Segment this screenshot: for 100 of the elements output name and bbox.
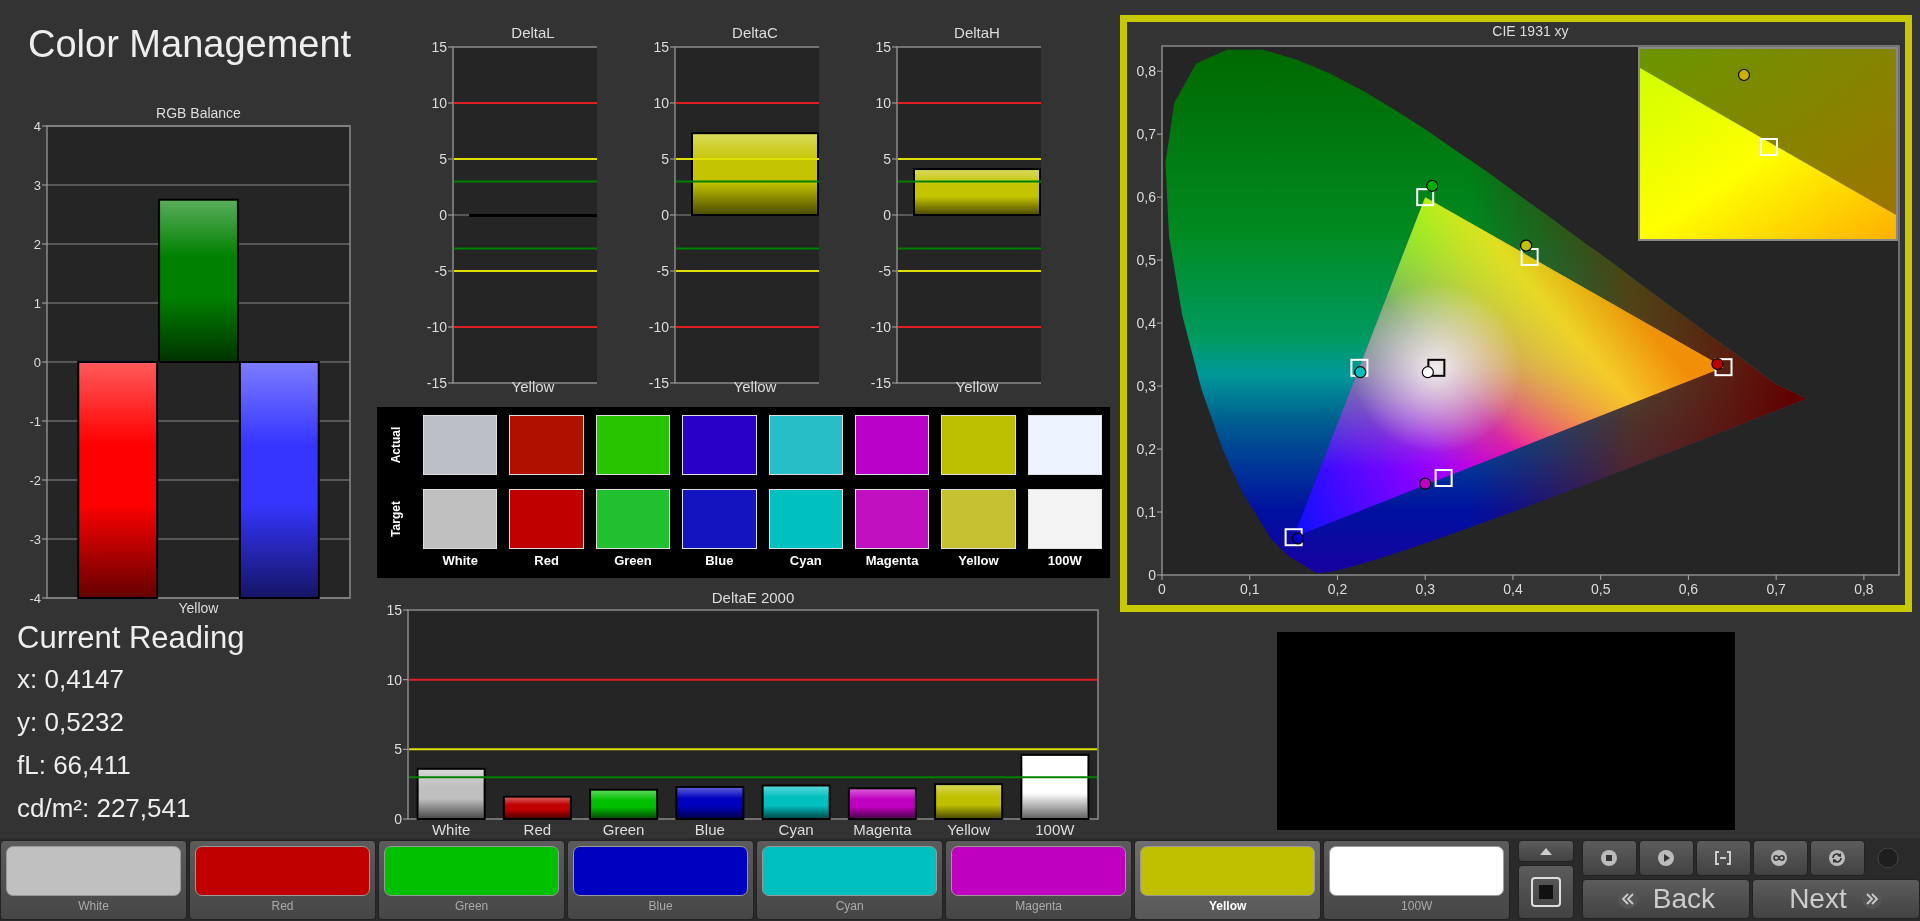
axis-label: 0,7 bbox=[1136, 126, 1156, 143]
reading-value: y: 0,5232 bbox=[17, 706, 125, 739]
pattern-button[interactable]: Yellow bbox=[1134, 840, 1322, 920]
axis-label: 0,7 bbox=[1766, 581, 1786, 597]
category-label: Red bbox=[523, 821, 552, 838]
loop-button[interactable] bbox=[1752, 840, 1808, 876]
up-arrow-icon bbox=[1540, 847, 1553, 855]
axis-label: 15 bbox=[653, 39, 669, 56]
row-label: Target bbox=[389, 501, 403, 537]
axis-label: 15 bbox=[875, 39, 891, 56]
status-indicator-icon bbox=[1876, 847, 1899, 869]
play-icon bbox=[1658, 850, 1675, 866]
category-label: Cyan bbox=[778, 821, 814, 838]
axis-label: 0 bbox=[33, 354, 41, 370]
swatch-label: Magenta bbox=[865, 553, 919, 568]
swatch-label: White bbox=[442, 553, 478, 568]
category-label: Yellow bbox=[178, 600, 219, 616]
axis-label: 0,6 bbox=[1136, 189, 1156, 206]
axis-label: 4 bbox=[33, 118, 41, 134]
axis-label: -1 bbox=[29, 413, 41, 429]
reading-value: x: 0,4147 bbox=[17, 663, 125, 696]
axis-label: -5 bbox=[434, 263, 447, 280]
swatch-label: Cyan bbox=[789, 553, 822, 568]
row-label: Actual bbox=[389, 426, 403, 464]
category-label: Magenta bbox=[853, 821, 912, 838]
axis-label: 0,4 bbox=[1503, 581, 1523, 597]
fit-button[interactable] bbox=[1695, 840, 1751, 876]
axis-label: 10 bbox=[386, 671, 402, 688]
axis-label: 0 bbox=[394, 811, 402, 828]
pattern-button[interactable]: Blue bbox=[567, 840, 755, 920]
axis-label: -15 bbox=[648, 375, 669, 392]
next-button[interactable]: Next bbox=[1751, 879, 1920, 919]
axis-label: 0 bbox=[439, 207, 447, 224]
refresh-icon bbox=[1829, 850, 1846, 866]
category-label: Yellow bbox=[947, 821, 991, 838]
axis-label: 5 bbox=[661, 151, 669, 168]
swatch-label: Yellow bbox=[958, 553, 999, 568]
chart-title: CIE 1931 xy bbox=[1492, 23, 1569, 39]
category-label: Yellow bbox=[733, 378, 777, 395]
stop-icon bbox=[1601, 850, 1618, 866]
axis-label: 0,3 bbox=[1136, 378, 1156, 395]
axis-label: 0,4 bbox=[1136, 315, 1156, 332]
axis-label: 0 bbox=[883, 207, 891, 224]
reading-value: fL: 66,411 bbox=[17, 749, 132, 782]
infinity-icon bbox=[1771, 850, 1790, 866]
pattern-button[interactable]: Magenta bbox=[945, 840, 1133, 920]
axis-label: 0 bbox=[661, 207, 669, 224]
axis-label: 0,8 bbox=[1136, 63, 1156, 80]
category-label: 100W bbox=[1035, 821, 1075, 838]
chart-title: DeltaC bbox=[732, 24, 778, 41]
axis-label: -4 bbox=[29, 590, 41, 606]
axis-label: 1 bbox=[33, 295, 41, 311]
swatch-label: Red bbox=[534, 553, 559, 568]
current-reading-heading: Current Reading bbox=[17, 619, 246, 657]
pattern-button[interactable]: White bbox=[0, 840, 188, 920]
axis-label: 0,8 bbox=[1854, 581, 1874, 597]
swatch-label: Blue bbox=[705, 553, 734, 568]
axis-label: 5 bbox=[439, 151, 447, 168]
bracket-icon bbox=[1714, 850, 1733, 866]
axis-label: 0,6 bbox=[1678, 581, 1699, 597]
axis-label: 0,1 bbox=[1136, 504, 1156, 520]
up-arrow-button[interactable] bbox=[1518, 840, 1574, 862]
axis-label: -15 bbox=[870, 375, 891, 392]
axis-label: 0,1 bbox=[1240, 581, 1260, 597]
pattern-button[interactable]: 100W bbox=[1323, 840, 1511, 920]
pattern-button[interactable]: Green bbox=[378, 840, 566, 920]
chart-title: DeltaL bbox=[511, 24, 555, 41]
play-button[interactable] bbox=[1638, 840, 1694, 876]
axis-label: -2 bbox=[29, 472, 41, 488]
swatch-label: Green bbox=[614, 553, 652, 568]
back-button[interactable]: Back bbox=[1581, 879, 1750, 919]
reading-value: cd/m²: 227,541 bbox=[17, 792, 192, 825]
stop-button[interactable] bbox=[1518, 865, 1574, 919]
page-title: Color Management bbox=[28, 22, 353, 66]
category-label: Yellow bbox=[511, 378, 555, 395]
stop-button[interactable] bbox=[1581, 840, 1637, 876]
axis-label: 15 bbox=[431, 39, 447, 56]
axis-label: 0,5 bbox=[1590, 581, 1611, 597]
axis-label: 3 bbox=[33, 177, 41, 193]
axis-label: -10 bbox=[648, 319, 669, 336]
pattern-button[interactable]: Cyan bbox=[756, 840, 944, 920]
axis-label: 5 bbox=[883, 151, 891, 168]
category-label: White bbox=[431, 821, 471, 838]
axis-label: -5 bbox=[656, 263, 669, 280]
axis-label: 0,2 bbox=[1327, 581, 1348, 597]
axis-label: 0,5 bbox=[1136, 252, 1156, 269]
axis-label: 0 bbox=[1158, 581, 1166, 597]
axis-label: 10 bbox=[431, 95, 447, 112]
axis-label: -15 bbox=[426, 375, 447, 392]
chart-title: DeltaH bbox=[954, 24, 1000, 41]
refresh-button[interactable] bbox=[1809, 840, 1865, 876]
axis-label: 10 bbox=[653, 95, 669, 112]
category-label: Blue bbox=[694, 821, 725, 838]
chart-title: DeltaE 2000 bbox=[711, 589, 795, 606]
axis-label: -3 bbox=[29, 531, 41, 547]
category-label: Yellow bbox=[955, 378, 999, 395]
axis-label: 0,3 bbox=[1415, 581, 1435, 597]
axis-label: 0 bbox=[1148, 567, 1156, 583]
axis-label: 10 bbox=[875, 95, 891, 112]
pattern-button[interactable]: Red bbox=[189, 840, 377, 920]
